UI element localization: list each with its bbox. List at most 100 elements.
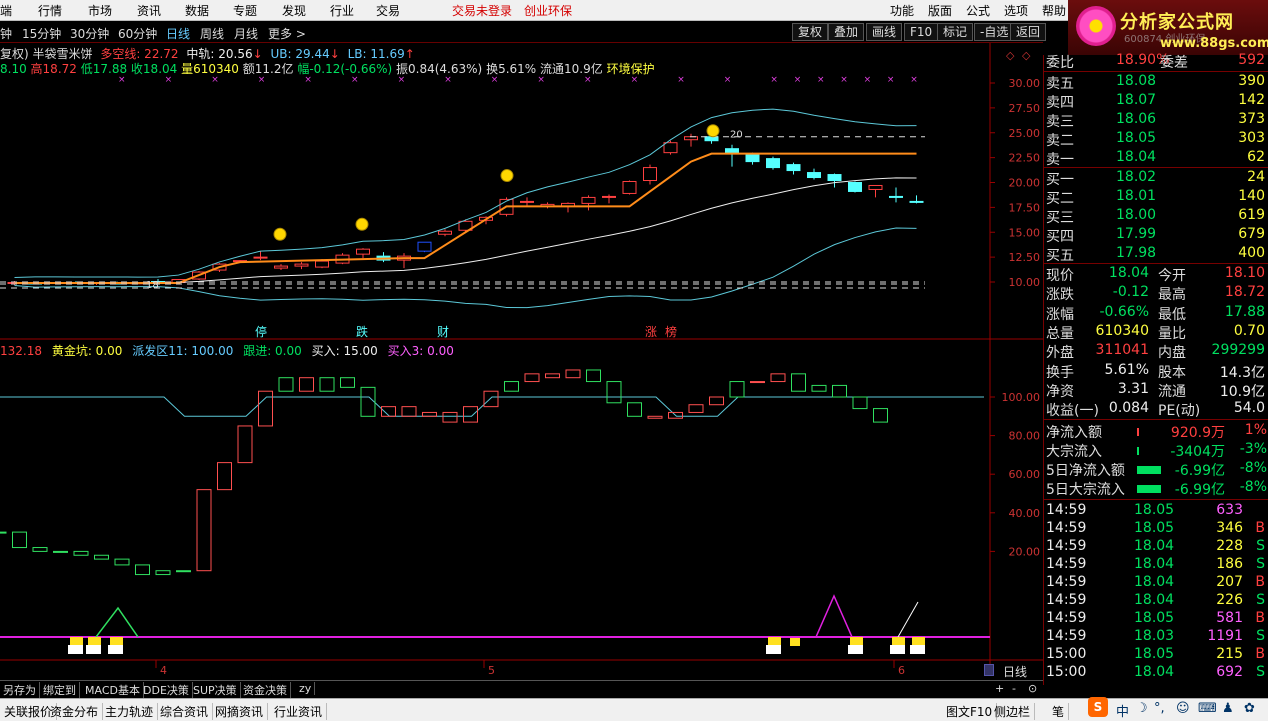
menu-item-formula[interactable]: 公式: [966, 2, 990, 19]
menu-item-help[interactable]: 帮助: [1042, 2, 1066, 19]
flow-label: 5日净流入额: [1046, 463, 1125, 479]
settings-icon[interactable]: ⊙: [1028, 682, 1037, 695]
period-minute[interactable]: 钟: [0, 25, 12, 42]
tick-volume: 228: [1216, 538, 1243, 554]
moon-icon[interactable]: ☽: [1136, 701, 1148, 716]
price-label: 18: [146, 280, 159, 291]
candle-body: [581, 196, 596, 204]
tab-capital-distribution[interactable]: 资金分布: [46, 703, 104, 720]
menu-item-market[interactable]: 市场: [88, 2, 112, 19]
bid-price: 17.98: [1116, 245, 1157, 261]
candle-body: [356, 248, 370, 255]
quote-label-2: 股本: [1158, 364, 1186, 381]
tab-main-trail[interactable]: 主力轨迹: [101, 703, 159, 720]
fuquan-button[interactable]: 复权: [792, 23, 829, 41]
period-monthly[interactable]: 月线: [234, 25, 258, 42]
remove-indicator-icon[interactable]: -: [1012, 682, 1016, 695]
tab-dde[interactable]: DDE决策: [140, 682, 193, 698]
punctuation-icon[interactable]: °,: [1154, 701, 1165, 716]
sub-bar: [94, 554, 109, 560]
quote-value: 3.31: [1117, 380, 1149, 397]
quote-row: 换手 5.61% 股本 14.3亿: [1044, 362, 1268, 381]
login-status[interactable]: 交易未登录: [452, 2, 512, 19]
period-weekly[interactable]: 周线: [200, 25, 224, 42]
tick-side: B: [1255, 610, 1265, 626]
ime-s-icon[interactable]: S: [1088, 697, 1108, 717]
sub-bar: [463, 406, 478, 423]
tick-side: S: [1256, 538, 1265, 554]
tab-pen[interactable]: 笔: [1048, 703, 1070, 720]
menu-item-options[interactable]: 选项: [1004, 2, 1028, 19]
tab-capital[interactable]: 资金决策: [240, 682, 291, 698]
sub-bar: [32, 547, 48, 552]
tick-time: 15:00: [1046, 646, 1087, 662]
overlay-button[interactable]: 叠加: [828, 23, 865, 41]
candle-body: [520, 200, 534, 203]
promo-link[interactable]: 创业环保: [524, 2, 572, 19]
tick-volume: 633: [1216, 502, 1243, 518]
tools-icon[interactable]: ✿: [1244, 701, 1255, 716]
menu-item-industry[interactable]: 行业: [330, 2, 354, 19]
sub-bar: [114, 558, 130, 566]
tab-sidebar[interactable]: 侧边栏: [990, 703, 1036, 720]
sub-bar: [729, 381, 745, 398]
ask-label: 卖二: [1046, 133, 1074, 149]
menu-item-market-quote[interactable]: 行情: [38, 2, 62, 19]
f10-button[interactable]: F10: [904, 23, 939, 41]
ask-price: 18.06: [1116, 111, 1157, 127]
period-30min[interactable]: 30分钟: [70, 25, 109, 42]
menu-item-news[interactable]: 资讯: [137, 2, 161, 19]
candle-body: [643, 167, 657, 182]
mark-button[interactable]: 标记: [937, 23, 974, 41]
menu-item-data[interactable]: 数据: [185, 2, 209, 19]
flow-percent: 1%: [1244, 422, 1267, 438]
menu-item-trade[interactable]: 交易: [376, 2, 400, 19]
keyboard-icon[interactable]: ⌨: [1198, 701, 1217, 716]
menu-item-function[interactable]: 功能: [890, 2, 914, 19]
ask-price: 18.08: [1116, 73, 1157, 89]
signal-triangle: [815, 594, 853, 638]
main-price-chart[interactable]: 30.00 27.50 25.00 22.50 20.00 17.50 15.00 12.50…: [0, 43, 1043, 340]
tab-save-as[interactable]: 另存为: [0, 682, 40, 698]
user-icon[interactable]: ♟: [1222, 701, 1234, 716]
tab-digest-news[interactable]: 网摘资讯: [211, 703, 269, 720]
sub-indicator-chart[interactable]: 100.00 80.00 60.00 40.00 20.00 4 5 6: [0, 340, 1043, 680]
quote-label-2: 最低: [1158, 306, 1186, 323]
tab-macd[interactable]: MACD基本: [82, 682, 144, 698]
tab-graphic-f10[interactable]: 图文F10: [942, 703, 998, 720]
candle-body: [889, 195, 903, 198]
tab-zy[interactable]: zy: [296, 682, 316, 695]
tab-sup[interactable]: SUP决策: [190, 682, 241, 698]
emoji-icon[interactable]: ☺: [1176, 701, 1190, 716]
tick-row: 14:59 18.05 633: [1044, 502, 1268, 521]
tab-bind-to[interactable]: 绑定到: [40, 682, 80, 698]
bid-volume: 619: [1238, 207, 1265, 223]
quote-value: 610340: [1095, 322, 1149, 339]
remove-watchlist-button[interactable]: -自选: [974, 23, 1015, 41]
period-15min[interactable]: 15分钟: [22, 25, 61, 42]
scroll-handle[interactable]: [984, 664, 994, 676]
back-button[interactable]: 返回: [1010, 23, 1047, 41]
tick-price: 18.05: [1134, 520, 1175, 536]
period-more[interactable]: 更多 >: [268, 25, 306, 42]
signal-square: [68, 645, 83, 654]
smiley-icon: [273, 227, 287, 241]
sub-bar: [319, 377, 335, 392]
tab-industry-news[interactable]: 行业资讯: [270, 703, 328, 720]
ime-mode-icon[interactable]: 中: [1116, 701, 1129, 720]
bid-label: 买三: [1046, 210, 1074, 226]
tab-general-news[interactable]: 综合资讯: [156, 703, 214, 720]
menu-item-topics[interactable]: 专题: [233, 2, 257, 19]
menu-item-discover[interactable]: 发现: [282, 2, 306, 19]
ask-row: 卖二 18.05 303: [1044, 130, 1268, 149]
period-60min[interactable]: 60分钟: [118, 25, 157, 42]
sub-bar: [196, 489, 212, 572]
signal-x-marker: ×: [887, 75, 895, 85]
period-daily[interactable]: 日线: [166, 25, 190, 42]
draw-line-button[interactable]: 画线: [866, 23, 903, 41]
menu-item-terminal[interactable]: 端: [0, 2, 12, 19]
add-indicator-icon[interactable]: +: [995, 682, 1004, 695]
upper-band-line: [14, 108, 917, 279]
menu-item-layout[interactable]: 版面: [928, 2, 952, 19]
period-corner-label[interactable]: 日线: [1003, 663, 1027, 680]
